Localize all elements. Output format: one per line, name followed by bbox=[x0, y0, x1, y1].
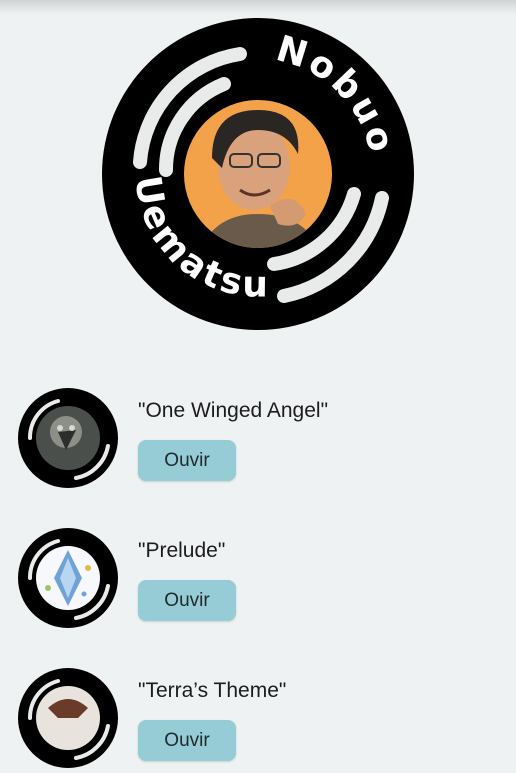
listen-button[interactable]: Ouvir bbox=[138, 580, 236, 621]
track-title: "Terra’s Theme" bbox=[138, 679, 287, 702]
app-bar-shadow bbox=[0, 0, 516, 14]
track-item-prelude: "Prelude" Ouvir bbox=[18, 528, 498, 628]
listen-button[interactable]: Ouvir bbox=[138, 720, 236, 761]
track-title: "Prelude" bbox=[138, 539, 226, 562]
track-item-terras-theme: "Terra’s Theme" Ouvir bbox=[18, 668, 498, 768]
artist-hero-disc: Nobuo Uematsu bbox=[102, 18, 414, 330]
crystal-artwork-icon bbox=[18, 528, 118, 628]
listen-button[interactable]: Ouvir bbox=[138, 440, 236, 481]
terra-artwork-icon bbox=[18, 668, 118, 768]
track-item-one-winged-angel: "One Winged Angel" Ouvir bbox=[18, 388, 498, 488]
track-title: "One Winged Angel" bbox=[138, 399, 329, 422]
sephiroth-artwork-icon bbox=[18, 388, 118, 488]
